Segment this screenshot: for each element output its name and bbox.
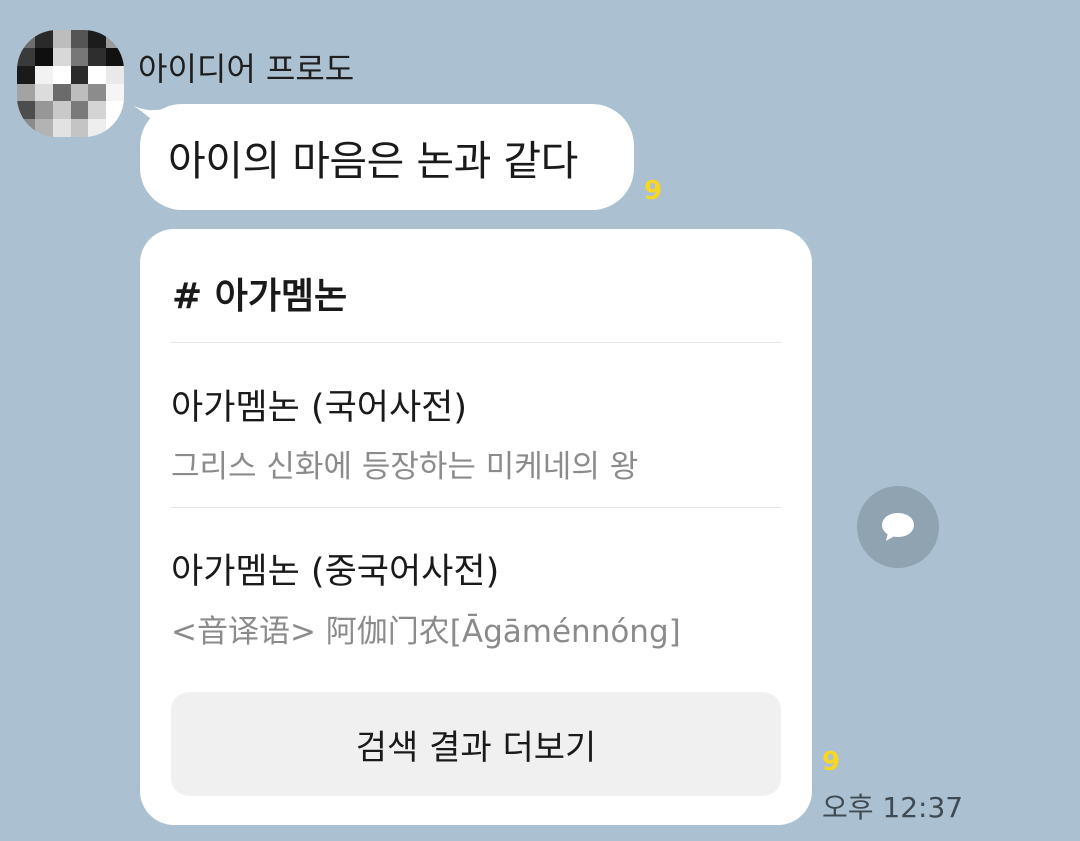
message-bubble[interactable]: 아이의 마음은 논과 같다: [140, 104, 634, 210]
divider: [171, 507, 781, 508]
timestamp: 오후 12:37: [822, 791, 964, 824]
dictionary-entry-korean[interactable]: 아가멤논 (국어사전): [171, 379, 467, 430]
dictionary-entry-chinese-description: <音译语> 阿伽门农[Āgāménnóng]: [171, 614, 681, 650]
share-button[interactable]: [857, 486, 939, 568]
speech-bubble-icon: [882, 513, 914, 541]
dictionary-entry-korean-description: 그리스 신화에 등장하는 미케네의 왕: [171, 449, 639, 485]
search-result-card: # 아가멤논 아가멤논 (국어사전) 그리스 신화에 등장하는 미케네의 왕 아…: [140, 229, 812, 825]
dictionary-entry-chinese[interactable]: 아가멤논 (중국어사전): [171, 543, 499, 594]
avatar[interactable]: [17, 30, 124, 137]
sender-name: 아이디어 프로도: [138, 50, 355, 88]
message-text: 아이의 마음은 논과 같다: [168, 137, 578, 185]
card-title: # 아가멤논: [172, 276, 348, 317]
more-results-button[interactable]: 검색 결과 더보기: [171, 692, 781, 796]
unread-count: 9: [822, 747, 841, 777]
divider: [171, 342, 781, 343]
unread-count: 9: [644, 176, 663, 206]
